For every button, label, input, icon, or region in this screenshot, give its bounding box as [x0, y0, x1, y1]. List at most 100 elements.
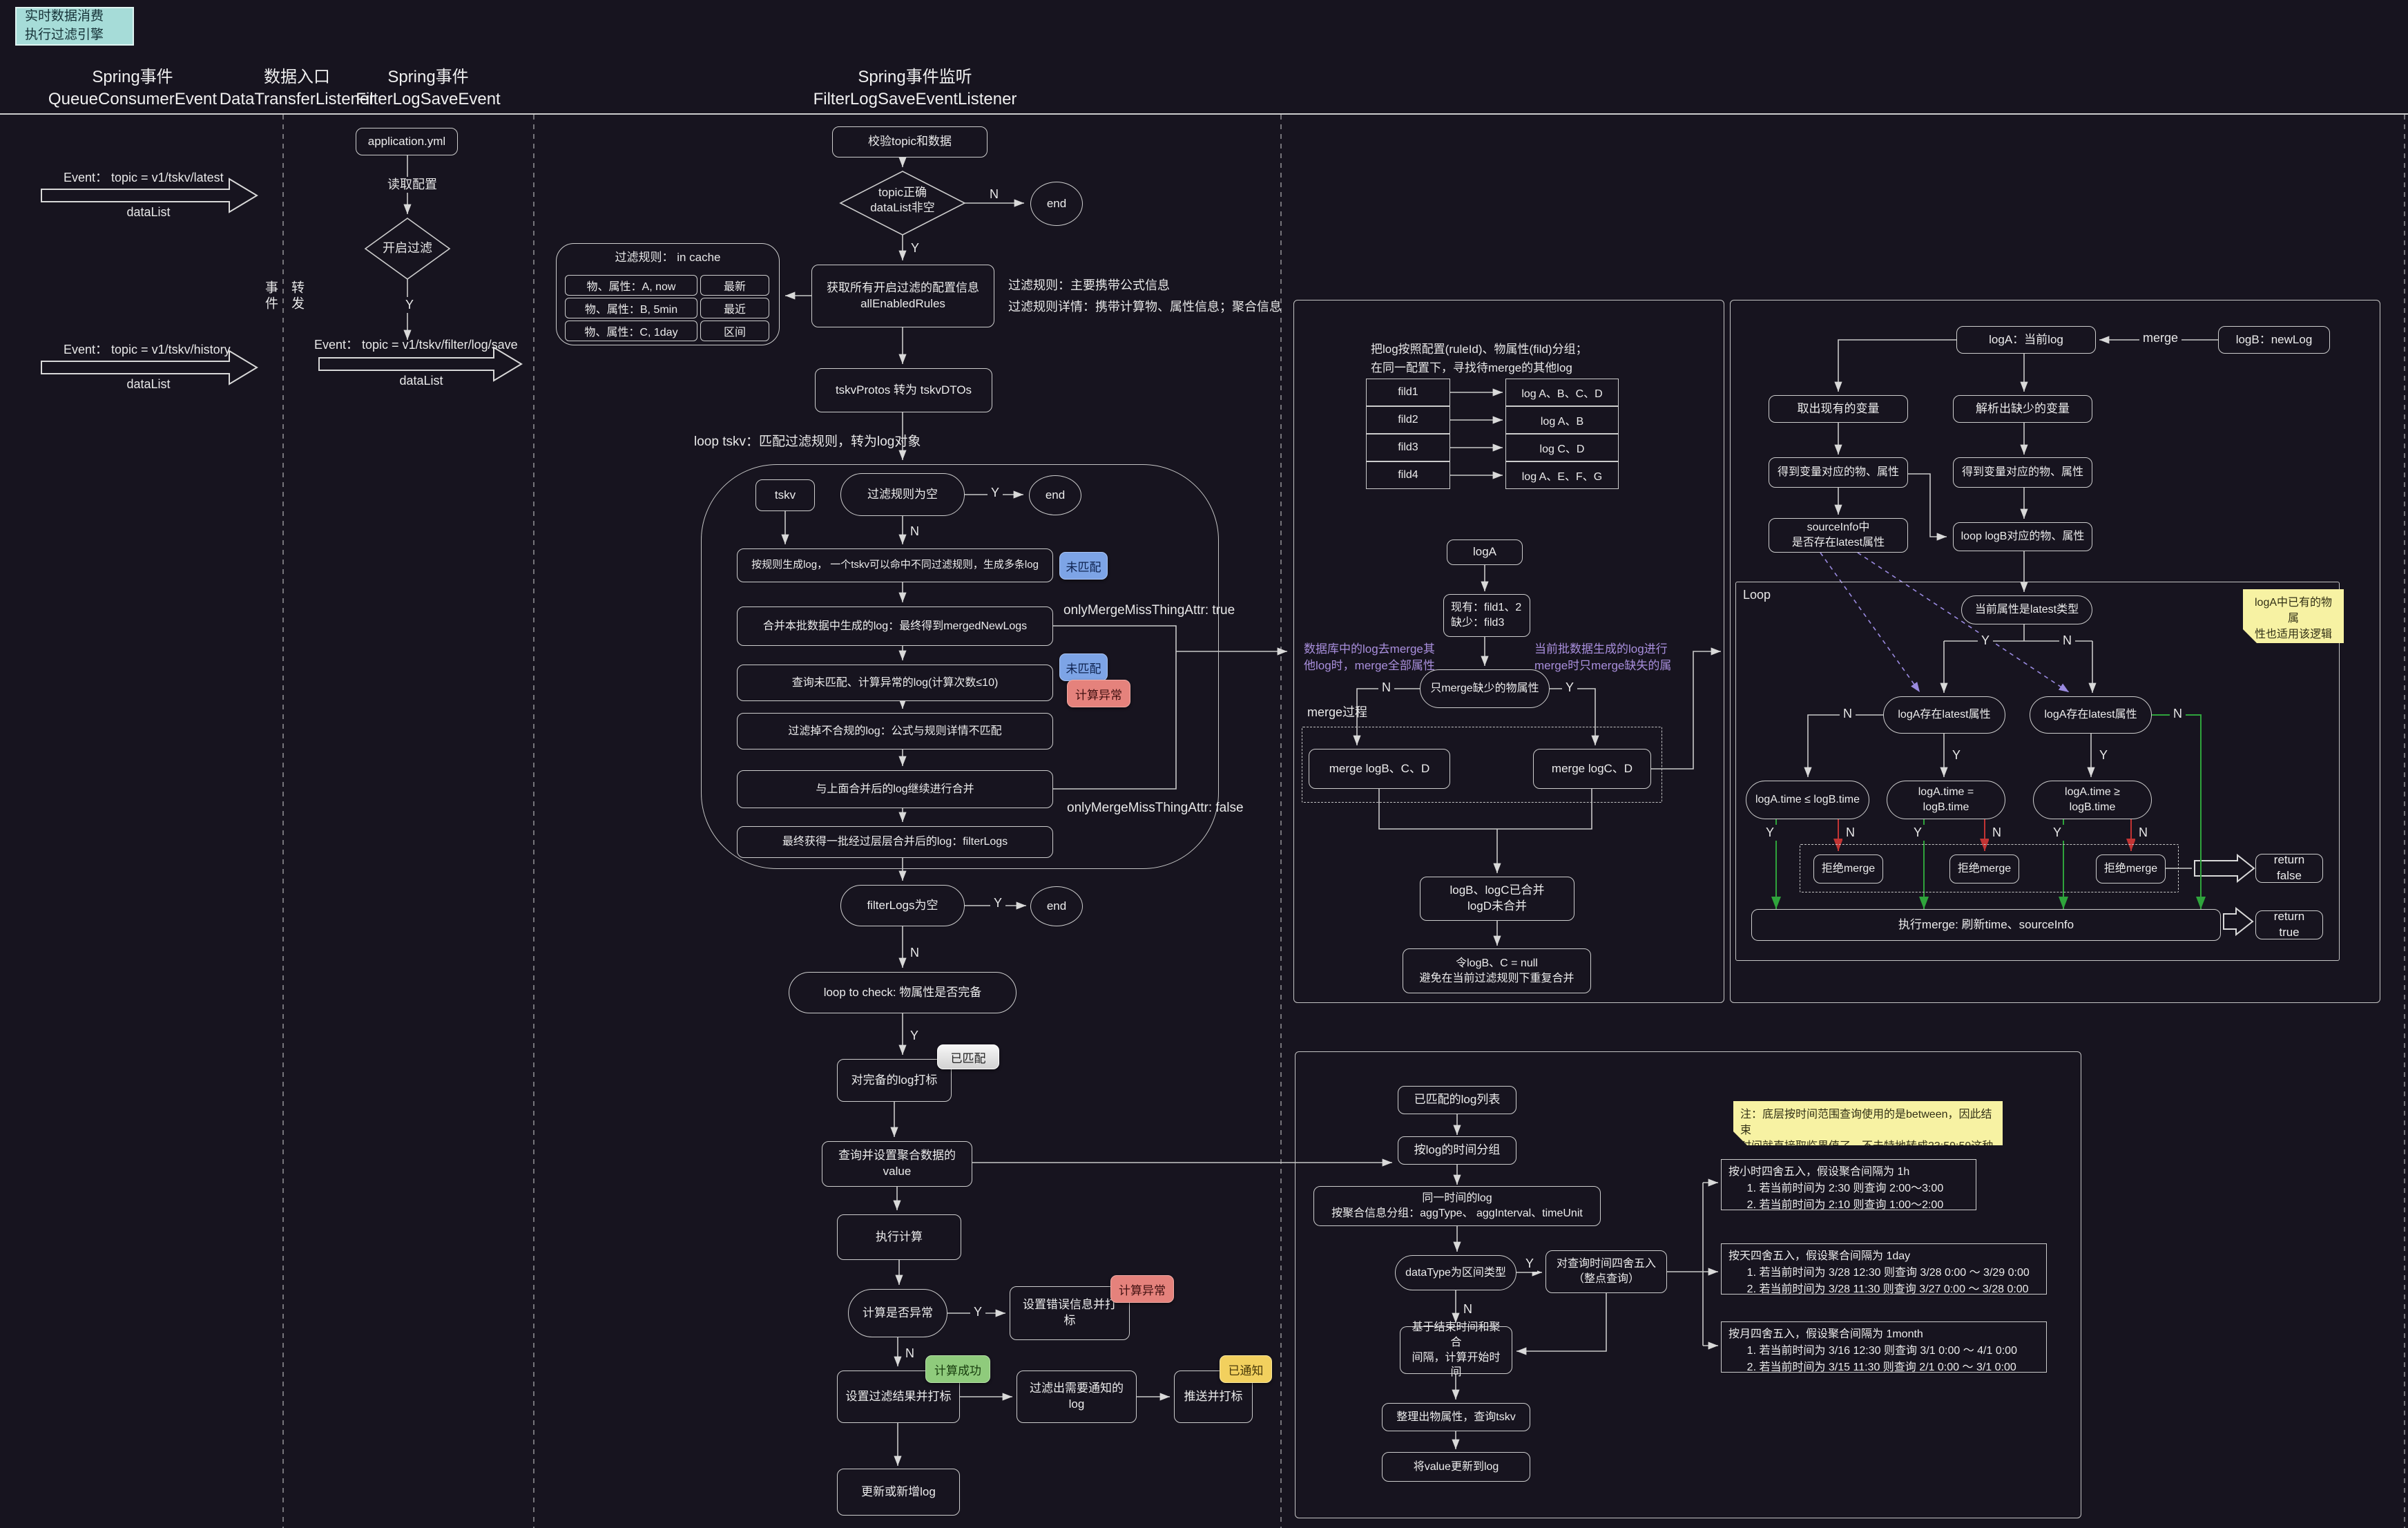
example-box-day: 按天四舍五入，假设聚合间隔为 1day 1. 若当前时间为 3/28 12:30…: [1721, 1243, 2047, 1295]
event-filter-save-label: Event： topic = v1/tskv/filter/log/save: [314, 337, 518, 353]
cache-row-2-attr: 物、属性：C, 1day: [565, 321, 697, 341]
node-query-agg-value: 查询并设置聚合数据的value: [822, 1141, 972, 1187]
sticky-note-loga-logic: logA中已有的物属 性也适用该逻辑: [2243, 589, 2344, 643]
cache-row-0-type: 最新: [700, 275, 769, 296]
node-merge-cd: merge logC、D: [1533, 749, 1651, 789]
badge-calc-error-1: 计算异常: [1067, 680, 1130, 707]
event-history-datalist: dataList: [100, 376, 197, 392]
node-sort-query-tskv: 整理出物属性，查询tskv: [1382, 1403, 1530, 1431]
node-loop-check-complete: loop to check: 物属性是否完备: [789, 972, 1017, 1013]
panel1-intro: 把log按照配置(ruleId)、物属性(fild)分组； 在同一配置下，寻找待…: [1371, 340, 1661, 377]
node-rules-empty: 过滤规则为空: [840, 473, 965, 516]
node-parse-missing: 解析出缺少的变量: [1953, 395, 2092, 423]
node-loga: logA: [1447, 539, 1523, 565]
label-a-latest-right-y: Y: [2096, 747, 2111, 763]
node-filter-notify: 过滤出需要通知的log: [1017, 1371, 1137, 1423]
node-exec-calc: 执行计算: [837, 1214, 961, 1260]
node-group-by-time: 按log的时间分组: [1398, 1136, 1516, 1165]
label-le-n: N: [1842, 825, 1858, 841]
fild-row-1-logs: log A、B: [1505, 406, 1619, 434]
label-only-merge-false: onlyMergeMissThingAttr: false: [1067, 800, 1244, 817]
label-loop-tskv: loop tskv：匹配过滤规则，转为log对象: [694, 434, 921, 451]
diagram-canvas: 实时数据消费 执行过滤引擎 Spring事件 QueueConsumerEven…: [0, 0, 2408, 1528]
label-merge: merge: [2139, 330, 2181, 346]
label-only-miss-n: N: [1378, 680, 1394, 696]
cache-row-1-type: 最近: [700, 298, 769, 318]
node-return-true: return true: [2255, 910, 2323, 939]
node-mark-complete: 对完备的log打标: [837, 1059, 952, 1102]
node-merge-again: 与上面合并后的log继续进行合并: [737, 770, 1053, 808]
node-have-missing: 现有：fild1、2 缺少：fild3: [1443, 594, 1530, 637]
fild-row-3-logs: log A、E、F、G: [1505, 461, 1619, 489]
label-a-latest-left-y: Y: [1949, 747, 1964, 763]
node-cur-latest-type: 当前属性是latest类型: [1961, 595, 2092, 624]
badge-unmatched-2: 未匹配: [1059, 653, 1108, 681]
label-calc-y: Y: [970, 1304, 985, 1320]
event-latest-datalist: dataList: [100, 204, 197, 220]
fild-row-2-key: fild3: [1366, 434, 1450, 461]
fild-row-3-key: fild4: [1366, 461, 1450, 489]
node-return-false: return false: [2255, 854, 2323, 883]
node-filter-invalid: 过滤掉不合规的log：公式与规则详情不匹配: [737, 713, 1053, 749]
node-logb-newlog: logB：newLog: [2218, 326, 2330, 354]
label-only-merge-true: onlyMergeMissThingAttr: true: [1063, 602, 1235, 620]
node-enable-filter-text: 开启过滤: [366, 240, 449, 256]
label-eq-y: Y: [1910, 825, 1925, 841]
node-end-3: end: [1030, 886, 1083, 926]
node-time-ge: logA.time ≥ logB.time: [2033, 781, 2152, 819]
node-a-latest-left: logA存在latest属性: [1883, 696, 2005, 734]
lane-header-listener: Spring事件监听 FilterLogSaveEventListener: [773, 66, 1057, 111]
label-read-config: 读取配置: [384, 177, 441, 193]
label-a-latest-left-n: N: [1840, 706, 1856, 722]
label-le-y: Y: [1762, 825, 1778, 841]
label-topic-check-y: Y: [907, 240, 923, 256]
fild-row-1-key: fild2: [1366, 406, 1450, 434]
node-set-null: 令logB、C = null 避免在当前过滤规则下重复合并: [1403, 948, 1591, 993]
node-reject-merge-3: 拒绝merge: [2096, 854, 2166, 884]
node-merge-new-logs: 合并本批数据中生成的log：最终得到mergedNewLogs: [737, 607, 1053, 646]
label-eq-n: N: [1989, 825, 2005, 841]
node-update-log: 更新或新增log: [837, 1469, 960, 1516]
loop-merge-container: [1735, 582, 2340, 961]
label-filterlogs-n: N: [907, 945, 923, 961]
node-reject-merge-1: 拒绝merge: [1813, 854, 1883, 884]
label-cache-title: 过滤规则： in cache: [590, 250, 745, 265]
node-application-yml: application.yml: [356, 128, 458, 155]
node-convert-tskv: tskvProtos 转为 tskvDTOs: [815, 368, 992, 412]
node-datatype-check: dataType为区间类型: [1395, 1255, 1516, 1290]
node-get-rules: 获取所有开启过滤的配置信息 allEnabledRules: [811, 265, 994, 327]
cache-row-1-attr: 物、属性：B, 5min: [565, 298, 697, 318]
label-latest-split-n: N: [2059, 633, 2075, 649]
lane-divider-label-forward: 转发: [287, 280, 306, 312]
event-latest-label: Event： topic = v1/tskv/latest: [64, 170, 224, 186]
node-do-merge: 执行merge: 刷新time、sourceInfo: [1751, 909, 2221, 941]
fild-row-2-logs: log C、D: [1505, 434, 1619, 461]
annotation-merge-missing-attrs: 当前批数据生成的log进行 merge时只merge缺失的属性: [1534, 641, 1683, 690]
lane-header-queue-consumer: Spring事件 QueueConsumerEvent: [43, 66, 222, 111]
node-merged-state: logB、logC已合并 logD未合并: [1420, 877, 1574, 921]
node-round-time: 对查询时间四舍五入 （整点查询）: [1545, 1250, 1667, 1293]
label-topic-check-n: N: [986, 187, 1002, 202]
label-filterlogs-y: Y: [990, 895, 1005, 911]
node-end-1: end: [1030, 182, 1083, 226]
node-tskv: tskv: [755, 479, 815, 511]
fild-row-0-key: fild1: [1366, 379, 1450, 406]
label-ge-n: N: [2135, 825, 2151, 841]
node-time-eq: logA.time = logB.time: [1887, 781, 2005, 819]
node-generate-log: 按规则生成log， 一个tskv可以命中不同过滤规则，生成多条log: [737, 548, 1053, 582]
node-reject-merge-2: 拒绝merge: [1949, 854, 2019, 884]
node-query-unmatched: 查询未匹配、计算异常的log(计算次数≤10): [737, 665, 1053, 701]
node-take-vars: 取出现有的变量: [1769, 395, 1908, 423]
label-only-miss-y: Y: [1562, 680, 1577, 696]
label-merge-process: merge过程: [1307, 705, 1367, 720]
node-end-2: end: [1029, 475, 1081, 515]
lane-divider-label-event: 事件: [261, 280, 280, 312]
node-matched-log-list: 已匹配的log列表: [1398, 1086, 1516, 1114]
lane-header-filter-log-save: Spring事件 FilterLogSaveEvent: [338, 66, 518, 111]
title-banner: 实时数据消费 执行过滤引擎: [15, 7, 134, 46]
node-update-value: 将value更新到log: [1382, 1452, 1530, 1482]
node-topic-check-text: topic正确 dataList非空: [854, 185, 951, 216]
node-loga-current: logA：当前log: [1956, 326, 2096, 354]
label-datatype-n: N: [1460, 1301, 1476, 1317]
label-enable-yes: Y: [402, 297, 417, 313]
